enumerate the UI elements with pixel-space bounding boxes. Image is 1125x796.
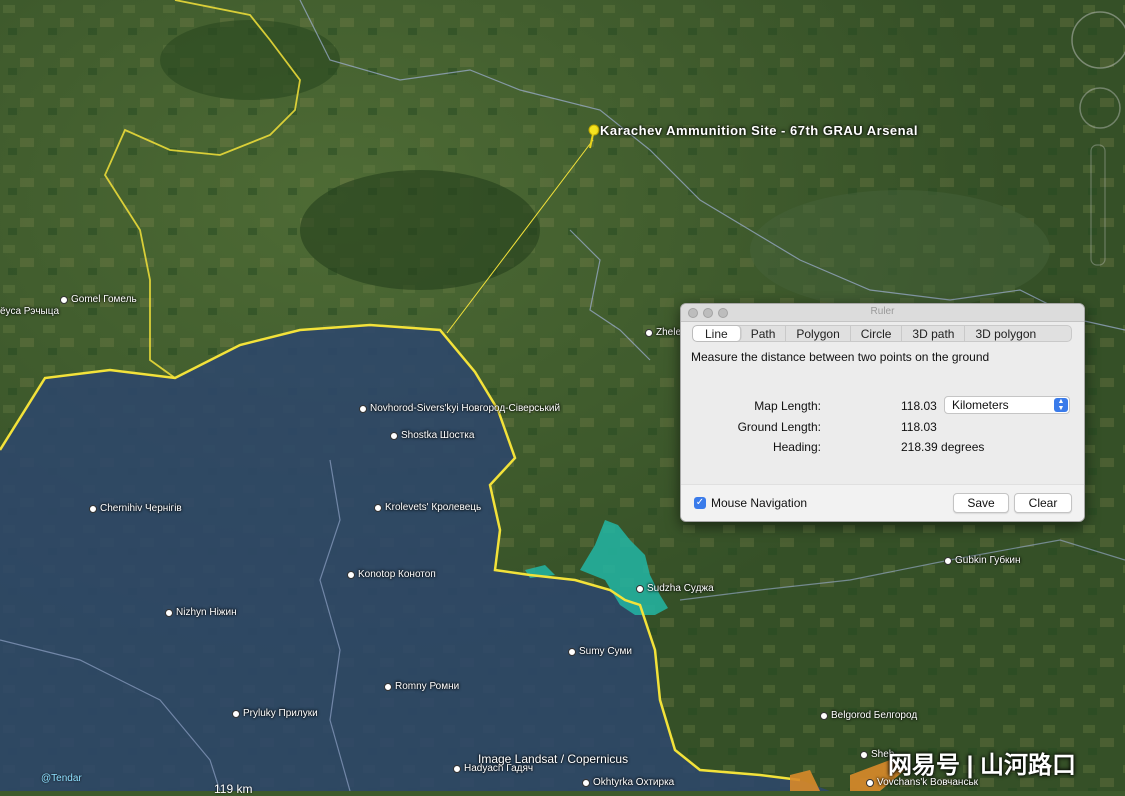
place-label[interactable]: Sumy Суми — [568, 646, 632, 657]
place-dot-icon — [232, 709, 240, 718]
place-dot-icon — [568, 647, 576, 656]
ground-length-label: Ground Length: — [737, 420, 821, 434]
heading-value: 218.39 degrees — [901, 440, 985, 454]
map-length-value: 118.03 — [901, 399, 937, 413]
tab-path[interactable]: Path — [741, 326, 787, 341]
place-label[interactable]: Gomel Гомель — [60, 294, 137, 305]
ruler-description: Measure the distance between two points … — [691, 350, 990, 364]
place-label[interactable]: Okhtyrka Охтирка — [582, 777, 674, 788]
unit-select[interactable]: Kilometers ▲ ▼ — [944, 396, 1070, 414]
place-dot-icon — [866, 778, 874, 787]
tab-line[interactable]: Line — [693, 326, 741, 341]
place-label[interactable]: Zhele — [645, 327, 681, 338]
tab-3d-polygon[interactable]: 3D polygon — [965, 326, 1046, 341]
heading-label: Heading: — [772, 440, 821, 454]
place-label[interactable]: Gubkin Губкин — [944, 555, 1021, 566]
place-label[interactable]: Romny Ромни — [384, 681, 459, 692]
place-label[interactable]: Konotop Конотоп — [347, 569, 436, 580]
place-dot-icon — [359, 404, 367, 413]
watermark: 网易号 | 山河路口 — [888, 752, 1077, 779]
place-dot-icon — [384, 682, 392, 691]
place-dot-icon — [390, 431, 398, 440]
tab-circle[interactable]: Circle — [851, 326, 903, 341]
place-dot-icon — [60, 295, 68, 304]
placemark-label[interactable]: Karachev Ammunition Site - 67th GRAU Ars… — [600, 123, 918, 138]
ruler-title: Ruler — [870, 306, 895, 317]
mouse-navigation-checkbox[interactable]: ✓ — [694, 497, 706, 509]
place-label[interactable]: Novhorod-Sivers'kyi Новгород-Сіверський — [359, 403, 560, 414]
imagery-credit: Image Landsat / Copernicus — [478, 752, 629, 766]
ruler-dialog: Ruler Line Path Polygon Circle 3D path 3… — [680, 303, 1085, 522]
unit-select-value: Kilometers — [952, 398, 1009, 412]
measure-mode-tabs: Line Path Polygon Circle 3D path 3D poly… — [692, 325, 1072, 342]
place-dot-icon — [165, 608, 173, 617]
clear-button[interactable]: Clear — [1014, 493, 1072, 513]
place-dot-icon — [374, 503, 382, 512]
place-label[interactable]: Chernihiv Чернігів — [89, 503, 182, 514]
place-label[interactable]: Pryluky Прилуки — [232, 708, 318, 719]
ground-length-value: 118.03 — [901, 420, 937, 434]
place-dot-icon — [636, 584, 644, 593]
place-dot-icon — [347, 570, 355, 579]
place-dot-icon — [944, 556, 952, 565]
place-dot-icon — [582, 778, 590, 787]
ruler-titlebar[interactable]: Ruler — [681, 304, 1084, 322]
place-dot-icon — [645, 328, 653, 337]
tab-3d-path[interactable]: 3D path — [902, 326, 966, 341]
place-label[interactable]: Nizhyn Ніжин — [165, 607, 237, 618]
scale-label: 119 km — [214, 782, 253, 796]
place-dot-icon — [89, 504, 97, 513]
mouse-navigation-label[interactable]: Mouse Navigation — [711, 496, 807, 510]
place-label[interactable]: Shostka Шостка — [390, 430, 474, 441]
map-length-label: Map Length: — [754, 399, 821, 413]
place-label[interactable]: Krolevets' Кролевець — [374, 502, 481, 513]
tab-polygon[interactable]: Polygon — [786, 326, 851, 341]
place-dot-icon — [820, 711, 828, 720]
pushpin-icon[interactable] — [585, 124, 601, 150]
place-label[interactable]: Sudzha Суджа — [636, 583, 714, 594]
place-dot-icon — [453, 764, 461, 773]
place-dot-icon — [860, 750, 868, 759]
place-label[interactable]: Belgorod Белгород — [820, 710, 917, 721]
save-button[interactable]: Save — [953, 493, 1009, 513]
place-label: ёуса Рэчыца — [0, 306, 60, 317]
author-handle: @Tendar — [41, 773, 82, 784]
updown-chevron-icon: ▲ ▼ — [1054, 398, 1068, 412]
